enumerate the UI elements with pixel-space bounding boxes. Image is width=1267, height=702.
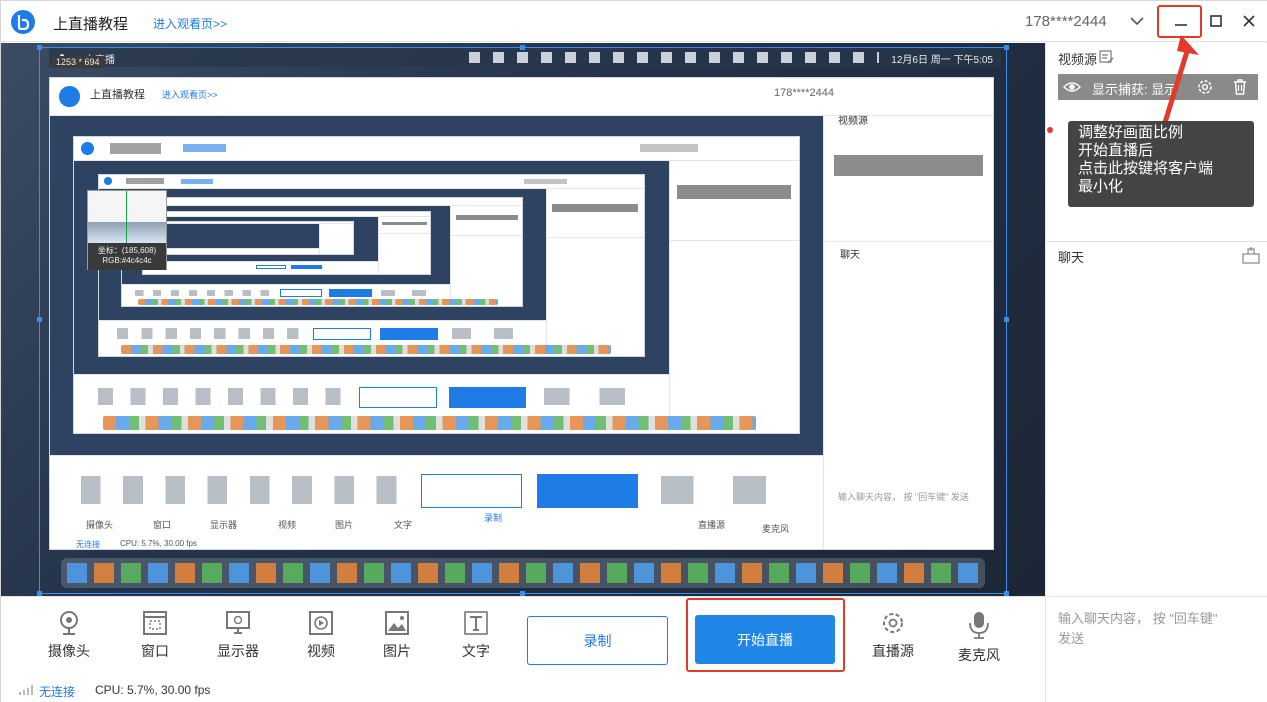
microphone-icon [969, 612, 989, 639]
app-logo-icon [11, 10, 35, 34]
resize-handle-right[interactable] [1004, 317, 1009, 322]
chat-input[interactable]: 输入聊天内容， 按 "回车键" 发送 [1046, 596, 1267, 676]
resize-handle-top-left[interactable] [37, 45, 42, 50]
edit-sources-icon[interactable] [1098, 49, 1114, 65]
account-chevron-down-icon[interactable] [1129, 13, 1145, 29]
close-button[interactable] [1239, 11, 1259, 31]
live-source-button[interactable]: 直播源 [863, 609, 923, 661]
chat-placeholder-line2: 发送 [1058, 631, 1085, 646]
status-bar: 无连接 CPU: 5.7%, 30.00 fps [1, 676, 1045, 702]
app-title: 上直播教程 [53, 16, 129, 33]
capture-dimension-label: 1253 * 694 [51, 56, 105, 68]
image-icon [385, 611, 409, 635]
annotation-dot [1047, 127, 1053, 133]
start-live-button[interactable]: 开始直播 [695, 615, 835, 664]
video-icon [309, 611, 333, 635]
image-button[interactable]: 图片 [367, 609, 427, 661]
annotation-tooltip: 调整好画面比例 开始直播后 点击此按键将客户端 最小化 [1068, 121, 1254, 207]
picker-rgb: RGB:#4c4c4c [102, 256, 152, 265]
chat-settings-icon[interactable] [1242, 246, 1260, 264]
display-button[interactable]: 显示器 [208, 609, 268, 661]
camera-icon [60, 611, 78, 635]
eye-icon[interactable] [1063, 78, 1081, 96]
gear-icon [883, 613, 903, 633]
picker-coords: 坐标：(185,608) [97, 246, 157, 255]
resize-handle-top[interactable] [520, 45, 525, 50]
camera-button[interactable]: 摄像头 [39, 609, 99, 661]
connection-status: 无连接 [39, 685, 76, 699]
color-picker-magnifier: 坐标：(185,608) RGB:#4c4c4c [87, 190, 167, 270]
text-button[interactable]: 文字 [446, 609, 506, 661]
chat-divider [1046, 241, 1267, 242]
user-account[interactable]: 178****2444 [1025, 13, 1107, 30]
video-source-title: 视频源 [1058, 52, 1098, 67]
watch-page-link[interactable]: 进入观看页>> [153, 15, 227, 32]
text-icon [464, 611, 488, 635]
chat-title: 聊天 [1058, 250, 1085, 265]
resize-handle-left[interactable] [37, 317, 42, 322]
annotation-arrow-icon [1160, 35, 1199, 130]
window-icon [143, 611, 167, 635]
record-button[interactable]: 录制 [527, 616, 668, 665]
chat-placeholder-line1: 输入聊天内容， 按 "回车键" [1058, 611, 1218, 626]
bottom-toolbar: 摄像头 窗口 显示器 视频 图片 文字 录制 开始直播 直播源 麦克风 [1, 596, 1045, 676]
resize-handle-top-right[interactable] [1004, 45, 1009, 50]
capture-selection-frame[interactable] [39, 47, 1007, 594]
app-window: 上直播教程 进入观看页>> 178****2444 ● 上直播 12月6日 周一… [0, 0, 1267, 702]
cpu-fps-status: CPU: 5.7%, 30.00 fps [95, 683, 211, 697]
video-button[interactable]: 视频 [291, 609, 351, 661]
maximize-button[interactable] [1206, 11, 1226, 31]
trash-icon[interactable] [1231, 78, 1249, 96]
window-button[interactable]: 窗口 [125, 609, 185, 661]
title-bar: 上直播教程 进入观看页>> 178****2444 [1, 1, 1267, 42]
live-preview-canvas[interactable]: ● 上直播 12月6日 周一 下午5:05 [1, 43, 1045, 596]
signal-icon [19, 685, 33, 695]
microphone-button[interactable]: 麦克风 [949, 609, 1009, 663]
monitor-icon [226, 611, 250, 634]
